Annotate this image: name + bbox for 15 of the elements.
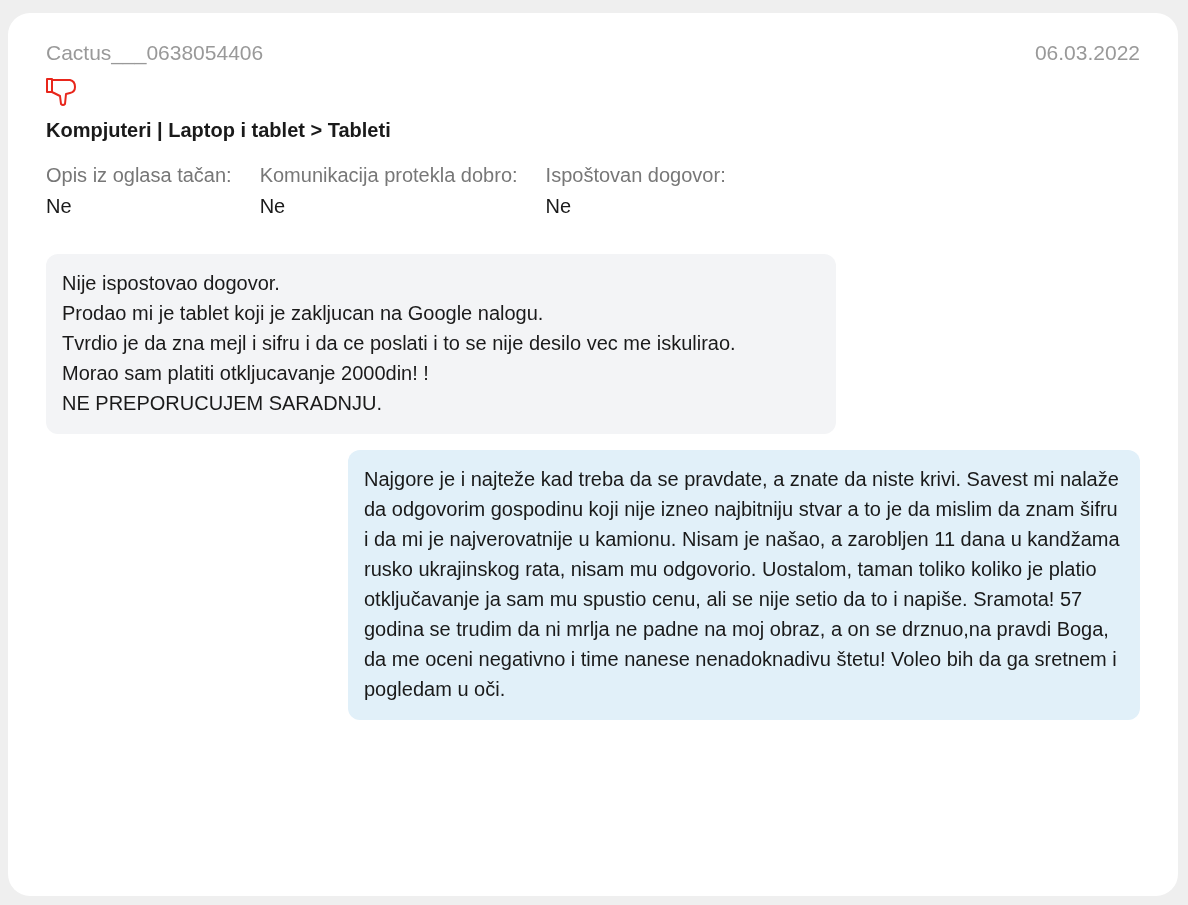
criterion-value: Ne (545, 195, 573, 218)
criterion-label: Ispoštovan dogovor: (545, 164, 726, 187)
message-text: Tvrdio je da zna mejl i sifru i da ce poslati i to se nije desilo vec me iskulirao. (62, 331, 737, 356)
message-text: Nije ispostovao dogovor. (62, 271, 281, 296)
message-text: Morao sam platiti otkljucavanje 2000din! ! (62, 361, 430, 386)
message-text: NE PREPORUCUJEM SARADNJU. (62, 391, 384, 416)
criterion-value: Ne (46, 195, 73, 218)
criterion-label: Komunikacija protekla dobro: (259, 164, 518, 187)
category-path: Kompjuteri | Laptop i tablet > Tableti (46, 119, 392, 142)
message-text: Prodao mi je tablet koji je zakljucan na Google nalogu. (62, 301, 545, 326)
author-name: Cactus___0638054406 (46, 41, 264, 65)
criterion-value: Ne (259, 195, 287, 218)
criterion-label: Opis iz oglasa tačan: (46, 164, 232, 187)
review-date: 06.03.2022 (1034, 41, 1140, 65)
message-text: Najgore je i najteže kad treba da se pravdate, a znate da niste krivi. Savest mi nalaže da odgovorim gospodinu koji nije izneo najbitniju stvar a to je da mislim da znam šifru i da mi je najverovatnije u kamionu. Nisam je našao, a zarobljen 11 dana u kandžama rusko ukrajinskog rata, nisam mu odgovorio. Uostalom, taman toliko koliko je platio otključavanje ja sam mu spustio cenu, ali se nije setio da to i napiše. Sramota! 57 godina se trudim da ni mrlja ne padne na moj obraz, a on se drznuo,na pravdi Boga, da me oceni negativno i time nanese nenadoknadivu štetu! Voleo bih da ga sretnem i pogledam u oči. (364, 467, 1121, 702)
